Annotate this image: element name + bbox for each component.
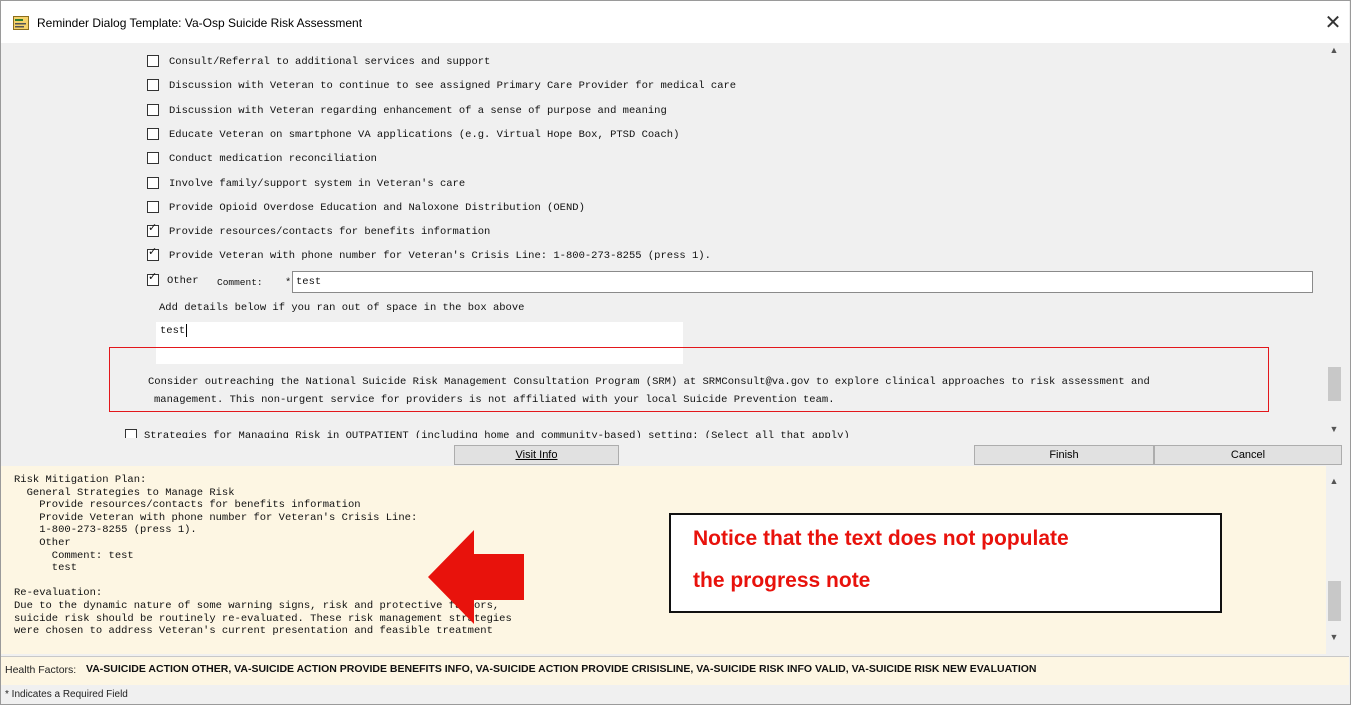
annotation-callout: Notice that the text does not populate t… <box>669 513 1222 613</box>
progress-note-line: Provide Veteran with phone number for Ve… <box>14 511 418 524</box>
note-scroll-down-icon[interactable]: ▼ <box>1326 632 1342 642</box>
checklist-checkbox[interactable] <box>147 55 159 67</box>
health-factors-bar: Health Factors: VA-SUICIDE ACTION OTHER,… <box>1 656 1349 685</box>
checklist-checkbox[interactable] <box>147 104 159 116</box>
finish-button[interactable]: Finish <box>974 445 1154 465</box>
comment-label: Comment: <box>217 277 263 288</box>
checklist-checkbox[interactable]: ✓ <box>147 222 159 237</box>
title-bar: Reminder Dialog Template: Va-Osp Suicide… <box>1 1 1349 43</box>
comment-input[interactable]: test <box>292 271 1313 293</box>
checklist-checkbox[interactable]: ✓ <box>147 246 159 261</box>
progress-note-line: Provide resources/contacts for benefits … <box>14 499 361 512</box>
progress-note-line: Re-evaluation: <box>14 587 103 600</box>
checklist-item-label: Provide Veteran with phone number for Ve… <box>169 250 711 262</box>
details-prompt: Add details below if you ran out of spac… <box>159 302 525 314</box>
cancel-label: Cancel <box>1230 449 1266 461</box>
reminder-dialog-panel: Consult/Referral to additional services … <box>1 43 1326 438</box>
check-icon: ✓ <box>148 222 158 234</box>
other-checkbox[interactable]: ✓ <box>147 271 159 286</box>
progress-note-line: 1-800-273-8255 (press 1). <box>14 524 197 537</box>
outpatient-label: Strategies for Managing Risk in OUTPATIE… <box>144 430 850 438</box>
window-title: Reminder Dialog Template: Va-Osp Suicide… <box>37 16 363 30</box>
outpatient-checkbox[interactable] <box>125 429 137 438</box>
checklist-item-label: Provide resources/contacts for benefits … <box>169 226 491 238</box>
check-icon: ✓ <box>148 246 158 258</box>
progress-note-line: Other <box>14 537 71 549</box>
note-scroll-thumb[interactable] <box>1328 581 1341 621</box>
progress-note-line: Risk Mitigation Plan: <box>14 474 147 486</box>
visit-info-button[interactable]: Visit Info <box>454 445 619 465</box>
scroll-up-icon[interactable]: ▲ <box>1326 45 1342 55</box>
progress-note-line: test <box>14 562 78 575</box>
annotation-arrow-icon <box>428 530 524 624</box>
checklist-item-label: Discussion with Veteran regarding enhanc… <box>169 105 667 117</box>
visit-info-label: Visit Info <box>515 449 558 461</box>
progress-note-line: Comment: test <box>14 549 134 562</box>
checklist-item-label: Educate Veteran on smartphone VA applica… <box>169 129 680 141</box>
note-scrollbar[interactable]: ▲ ▼ <box>1326 466 1343 654</box>
scroll-down-icon[interactable]: ▼ <box>1326 424 1342 434</box>
cancel-button[interactable]: Cancel <box>1154 445 1342 465</box>
health-factors-value: VA-SUICIDE ACTION OTHER, VA-SUICIDE ACTI… <box>86 663 1037 675</box>
annotation-line2: the progress note <box>693 569 871 592</box>
required-marker: * <box>285 277 292 289</box>
dialog-scroll-thumb[interactable] <box>1328 367 1341 401</box>
checklist-item-label: Conduct medication reconciliation <box>169 153 377 165</box>
progress-note-line: General Strategies to Manage Risk <box>14 486 235 499</box>
check-icon: ✓ <box>148 271 158 283</box>
other-label: Other <box>167 275 199 287</box>
required-note: * Indicates a Required Field <box>5 689 128 700</box>
checklist-checkbox[interactable] <box>147 177 159 189</box>
dialog-scrollbar[interactable]: ▲ ▼ <box>1326 43 1343 438</box>
comment-input-value: test <box>296 276 322 288</box>
finish-label: Finish <box>1049 449 1079 461</box>
details-textarea-value: test <box>160 325 186 337</box>
checklist-checkbox[interactable] <box>147 79 159 91</box>
checklist-item-label: Discussion with Veteran to continue to s… <box>169 80 737 92</box>
progress-note-line: Due to the dynamic nature of some warnin… <box>14 600 500 612</box>
button-bar: Visit Info Finish Cancel <box>1 444 1349 466</box>
annotation-line1: Notice that the text does not populate <box>693 527 1069 550</box>
checklist-item-label: Provide Opioid Overdose Education and Na… <box>169 202 585 214</box>
reminder-dialog-icon <box>13 16 29 30</box>
status-bar: * Indicates a Required Field <box>1 686 1349 703</box>
checklist-checkbox[interactable] <box>147 201 159 213</box>
checklist-checkbox[interactable] <box>147 128 159 140</box>
note-scroll-up-icon[interactable]: ▲ <box>1326 476 1342 486</box>
text-cursor <box>186 324 187 337</box>
checklist-checkbox[interactable] <box>147 152 159 164</box>
checklist-item-label: Involve family/support system in Veteran… <box>169 178 466 190</box>
consult-highlight-box <box>109 347 1269 412</box>
close-icon[interactable]: ✕ <box>1319 9 1347 37</box>
progress-note-line: were chosen to address Veteran's current… <box>14 625 493 638</box>
health-factors-label: Health Factors: <box>5 664 77 676</box>
checklist-item-label: Consult/Referral to additional services … <box>169 56 491 68</box>
